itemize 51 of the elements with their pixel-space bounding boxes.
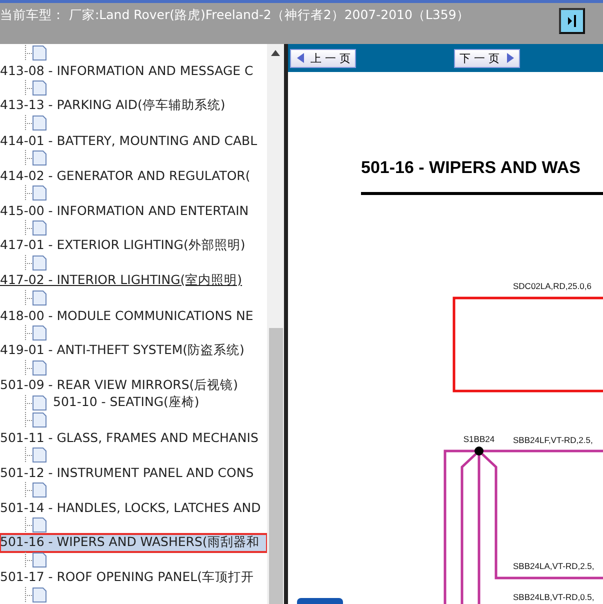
scrollbar[interactable] [267, 44, 284, 604]
scroll-up-arrow-icon[interactable] [271, 50, 280, 56]
tree-item[interactable]: 501-11 - GLASS, FRAMES AND MECHANIS [0, 429, 267, 446]
document-icon [25, 482, 47, 498]
tree-item[interactable]: 414-01 - BATTERY, MOUNTING AND CABL [0, 132, 267, 149]
document-icon [25, 552, 47, 568]
vehicle-title: 当前车型： 厂家:Land Rover(路虎)Freeland-2（神行者2）2007-2010（L359） [0, 7, 470, 24]
tree-item[interactable]: 417-02 - INTERIOR LIGHTING(室内照明) [0, 272, 267, 289]
tree-item[interactable]: 501-17 - ROOF OPENING PANEL(车顶打开 [0, 569, 267, 586]
tree-item[interactable]: 417-01 - EXTERIOR LIGHTING(外部照明) [0, 236, 267, 254]
tree-item[interactable]: 501-14 - HANDLES, LOCKS, LATCHES AND [0, 499, 267, 516]
document-icon [25, 220, 47, 236]
splice-label: S1BB24 [463, 434, 495, 444]
document-icon [25, 517, 47, 534]
tree-item[interactable]: 501-10 - SEATING(座椅) [53, 394, 200, 412]
splice-dot [474, 446, 484, 456]
document-icon [25, 447, 47, 464]
document-icon [25, 80, 47, 96]
right-arrow-icon [506, 52, 514, 64]
tree-item[interactable]: 418-00 - MODULE COMMUNICATIONS NE [0, 306, 267, 324]
document-icon [25, 150, 47, 166]
document-icon [25, 587, 47, 604]
wire-label: SDC02LA,RD,25.0,6 [513, 281, 592, 291]
tree-item[interactable]: 413-08 - INFORMATION AND MESSAGE C [0, 62, 267, 79]
document-icon [25, 44, 47, 61]
document-icon [25, 412, 47, 428]
previous-page-button[interactable]: 上 一 页 [290, 48, 356, 68]
document-icon [25, 254, 47, 271]
next-page-button[interactable]: 下 一 页 [454, 48, 520, 68]
panel-toggle-button[interactable] [559, 8, 585, 34]
document-icon [25, 290, 47, 306]
document-icon [25, 394, 47, 411]
tab-edge[interactable] [297, 598, 343, 604]
document-icon [25, 114, 47, 131]
tree-item[interactable]: 419-01 - ANTI-THEFT SYSTEM(防盗系统) [0, 342, 267, 359]
tree-item[interactable]: 501-12 - INSTRUMENT PANEL AND CONS [0, 464, 267, 482]
tree-item[interactable]: 413-13 - PARKING AID(停车辅助系统) [0, 96, 267, 114]
wire-label: SBB24LA,VT-RD,2.5, [513, 561, 594, 571]
tree-item[interactable]: 414-02 - GENERATOR AND REGULATOR( [0, 166, 267, 184]
document-icon [25, 360, 47, 376]
tree-item[interactable]: 501-16 - WIPERS AND WASHERS(雨刮器和 [0, 534, 267, 552]
wire-label: SBB24LF,VT-RD,2.5, [513, 435, 593, 445]
wire-label: SBB24LB,VT-RD,0.5, [513, 592, 594, 602]
arrow-to-bar-icon [567, 14, 577, 28]
scrollbar-thumb[interactable] [268, 328, 282, 604]
left-arrow-icon [296, 52, 304, 64]
document-icon [25, 324, 47, 341]
document-icon [25, 184, 47, 201]
document-title: 501-16 - WIPERS AND WAS [361, 158, 582, 178]
tree-item[interactable]: 415-00 - INFORMATION AND ENTERTAIN [0, 202, 267, 219]
tree-item[interactable]: 501-09 - REAR VIEW MIRRORS(后视镜) [0, 376, 267, 394]
